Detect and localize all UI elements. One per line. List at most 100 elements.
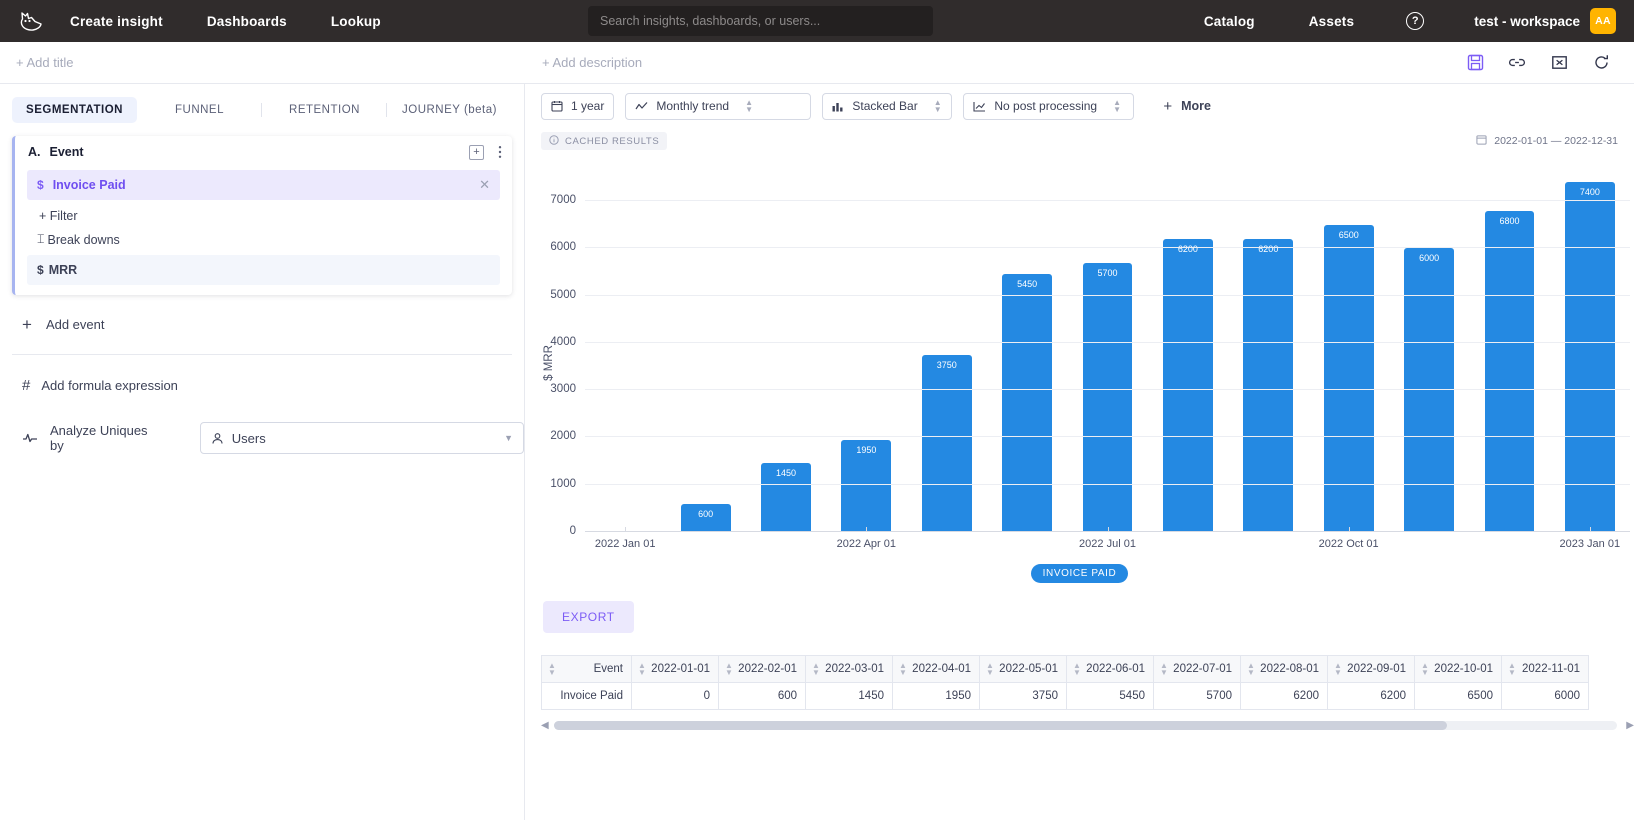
workspace-name[interactable]: test - workspace [1474,14,1580,29]
metric-mrr-pill[interactable]: $ MRR [27,255,500,285]
table-header-cell[interactable]: ▲▼2022-04-01 [893,656,980,683]
nav-link-dashboards[interactable]: Dashboards [207,14,287,29]
add-icon[interactable]: + [469,145,484,160]
chart-bar[interactable]: 7400 [1565,182,1615,532]
nav-link-assets[interactable]: Assets [1309,14,1354,29]
table-header-cell[interactable]: ▲▼2022-11-01 [1502,656,1589,683]
chart-bar[interactable]: 6000 [1404,248,1454,532]
more-options-button[interactable]: + More [1163,98,1211,115]
metric-name-label: MRR [49,263,77,277]
sort-icon[interactable]: ▲▼ [638,662,646,676]
stepper-icon[interactable]: ▲▼ [1113,99,1121,113]
bar-value-label: 6200 [1243,244,1293,254]
uniques-select[interactable]: Users ▼ [200,422,524,454]
chart-bar[interactable]: 1450 [761,463,811,532]
add-event-button[interactable]: + Add event [22,317,524,332]
add-description-button[interactable]: + Add description [542,55,642,70]
user-icon [211,432,224,445]
global-search-box[interactable]: Search insights, dashboards, or users... [588,6,933,36]
refresh-icon[interactable] [1592,54,1610,72]
bar-value-label: 3750 [922,360,972,370]
table-header-cell[interactable]: ▲▼2022-05-01 [980,656,1067,683]
tab-funnel[interactable]: FUNNEL [137,97,262,123]
export-button[interactable]: EXPORT [543,601,634,633]
chart-bar[interactable]: 6200 [1163,239,1213,532]
sort-icon[interactable]: ▲▼ [1334,662,1342,676]
table-header-cell[interactable]: ▲▼Event [542,656,632,683]
table-header-cell[interactable]: ▲▼2022-09-01 [1328,656,1415,683]
chevron-down-icon[interactable]: ▼ [504,433,513,443]
bar-value-label: 1450 [761,468,811,478]
add-formula-button[interactable]: # Add formula expression [22,377,524,394]
date-range-control[interactable]: 1 year [541,93,614,120]
scroll-left-icon[interactable]: ◀ [541,720,549,731]
x-axis-tick-label: 2022 Jan 01 [595,538,656,550]
tab-segmentation[interactable]: SEGMENTATION [12,97,137,123]
sort-icon[interactable]: ▲▼ [548,662,556,676]
close-box-icon[interactable] [1550,54,1568,72]
table-header-cell[interactable]: ▲▼2022-10-01 [1415,656,1502,683]
help-icon[interactable]: ? [1406,12,1424,30]
table-horizontal-scrollbar[interactable]: ◀ ▶ [541,719,1634,731]
bar-value-label: 6200 [1163,244,1213,254]
sort-icon[interactable]: ▲▼ [1508,662,1516,676]
add-filter-button[interactable]: + Filter [15,200,512,223]
sort-icon[interactable]: ▲▼ [812,662,820,676]
avatar[interactable]: AA [1590,8,1616,34]
x-axis-ticks: 2022 Jan 012022 Apr 012022 Jul 012022 Oc… [585,538,1630,560]
remove-event-icon[interactable]: ✕ [479,177,490,193]
chart-bar[interactable]: 5450 [1002,274,1052,532]
nav-link-catalog[interactable]: Catalog [1204,14,1255,29]
link-icon[interactable] [1508,54,1526,72]
tab-retention[interactable]: RETENTION [262,97,387,123]
sort-icon[interactable]: ▲▼ [1073,662,1081,676]
bar-value-label: 6800 [1485,216,1535,226]
save-icon[interactable] [1466,54,1484,72]
nav-link-lookup[interactable]: Lookup [331,14,381,29]
table-header-cell[interactable]: ▲▼ 2022-02-01 [719,656,806,683]
table-header-cell[interactable]: ▲▼2022-03-01 [806,656,893,683]
chart-date-range[interactable]: 2022-01-01 — 2022-12-31 [1476,132,1618,150]
table-header-cell[interactable]: ▲▼2022-01-01 [632,656,719,683]
stepper-icon[interactable]: ▲▼ [934,99,942,113]
breakdowns-row[interactable]: ⌶ Break downs [15,223,512,247]
chart-bar[interactable]: 6200 [1243,239,1293,532]
tab-journey[interactable]: JOURNEY (beta) [387,97,512,123]
table-header-row: ▲▼Event▲▼2022-01-01▲▼2022-02-01▲▼2022-03… [542,656,1589,683]
cat-logo-icon[interactable] [18,8,44,34]
add-title-button[interactable]: + Add title [16,55,73,70]
chart-bar[interactable]: 6500 [1324,225,1374,532]
table-header-cell[interactable]: ▲▼ 2022-08-01 [1241,656,1328,683]
post-processing-value: No post processing [994,99,1097,113]
scrollbar-thumb[interactable] [554,721,1447,730]
x-axis-tick-label: 2022 Oct 01 [1319,538,1379,550]
table-header-label: 2022-08-01 [1260,663,1319,675]
trend-select[interactable]: Monthly trend ▲▼ [625,93,811,120]
chart-type-select[interactable]: Stacked Bar ▲▼ [822,93,952,120]
table-row[interactable]: Invoice Paid0600145019503750545057006200… [542,683,1589,710]
nav-link-create-insight[interactable]: Create insight [70,14,163,29]
event-selected-pill[interactable]: $ Invoice Paid ✕ [27,170,500,200]
table-header-cell[interactable]: ▲▼2022-06-01 [1067,656,1154,683]
chart-bar[interactable]: 5700 [1083,263,1133,532]
sort-icon[interactable]: ▲▼ [1160,662,1168,676]
chart-bar[interactable]: 3750 [922,355,972,532]
stepper-icon[interactable]: ▲▼ [745,99,753,113]
gridline: 5000 [585,295,1630,296]
sort-icon[interactable]: ▲▼ [1247,662,1255,676]
bar-slot: 6200 [1148,168,1228,532]
y-axis-tick-label: 5000 [550,289,576,301]
post-processing-select[interactable]: No post processing ▲▼ [963,93,1134,120]
scroll-right-icon[interactable]: ▶ [1626,720,1634,731]
table-header-cell[interactable]: ▲▼2022-07-01 [1154,656,1241,683]
sort-icon[interactable]: ▲▼ [725,662,733,676]
table-cell: 6000 [1502,683,1589,710]
table-header-label: 2022-02-01 [738,663,797,675]
sort-icon[interactable]: ▲▼ [1421,662,1429,676]
scrollbar-track[interactable] [554,721,1618,730]
kebab-menu-icon[interactable] [498,145,502,159]
sort-icon[interactable]: ▲▼ [899,662,907,676]
chart-bar[interactable]: 1950 [841,440,891,532]
sort-icon[interactable]: ▲▼ [986,662,994,676]
chart-bar[interactable]: 600 [681,504,731,532]
